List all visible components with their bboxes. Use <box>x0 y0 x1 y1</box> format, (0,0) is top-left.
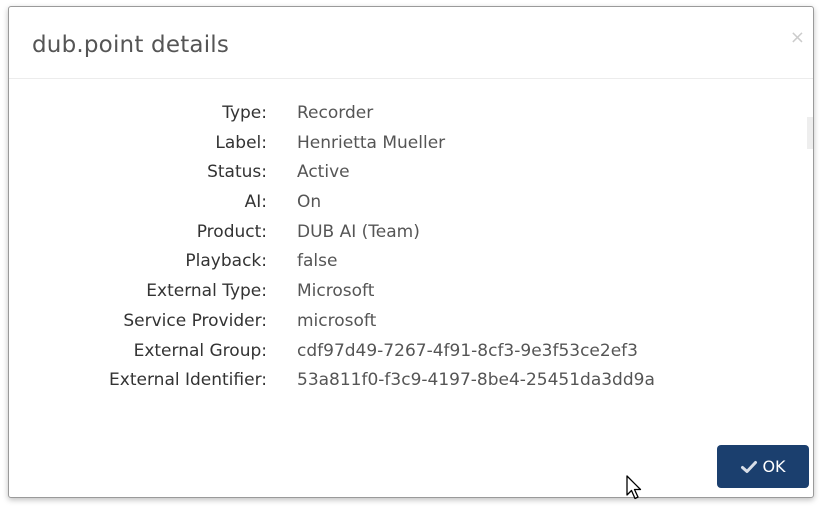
detail-value: Microsoft <box>297 281 375 302</box>
detail-label: External Identifier: <box>109 370 267 391</box>
detail-value: Henrietta Mueller <box>297 132 446 153</box>
detail-value: 53a811f0-f3c9-4197-8be4-25451da3dd9a <box>297 370 655 391</box>
detail-row-service-provider: Service Provider: microsoft <box>9 311 813 341</box>
detail-label: External Type: <box>146 281 267 302</box>
detail-value: Recorder <box>297 103 374 123</box>
detail-row-label: Label: Henrietta Mueller <box>9 133 813 163</box>
detail-label: Type: <box>222 103 267 123</box>
detail-label: Playback: <box>185 251 267 272</box>
detail-row-ai: AI: On <box>9 192 813 222</box>
dialog-title: dub.point details <box>32 32 230 58</box>
detail-value: cdf97d49-7267-4f91-8cf3-9e3f53ce2ef3 <box>297 340 638 361</box>
detail-row-product: Product: DUB AI (Team) <box>9 222 813 252</box>
detail-label: Label: <box>215 132 267 153</box>
details-list: Type: Recorder Label: Henrietta Mueller … <box>9 103 813 400</box>
mouse-cursor-icon <box>626 475 642 500</box>
detail-label: Service Provider: <box>123 310 267 331</box>
detail-value: microsoft <box>297 310 377 331</box>
detail-row-type: Type: Recorder <box>9 103 813 133</box>
detail-row-external-identifier: External Identifier: 53a811f0-f3c9-4197-… <box>9 370 813 400</box>
ok-button[interactable]: OK <box>717 445 809 488</box>
detail-value: Active <box>297 162 350 183</box>
ok-button-label: OK <box>762 457 786 476</box>
details-dialog: dub.point details × Type: Recorder Label… <box>8 6 814 498</box>
detail-value: false <box>297 251 338 272</box>
close-icon[interactable]: × <box>790 29 805 47</box>
detail-label: Status: <box>207 162 267 183</box>
detail-label: Product: <box>196 221 267 242</box>
detail-value: DUB AI (Team) <box>297 221 420 242</box>
detail-label: External Group: <box>133 340 267 361</box>
detail-value: On <box>297 192 322 213</box>
detail-label: AI: <box>244 192 267 213</box>
dialog-header: dub.point details × <box>9 7 813 79</box>
detail-row-playback: Playback: false <box>9 251 813 281</box>
detail-row-external-type: External Type: Microsoft <box>9 281 813 311</box>
checkmark-icon <box>741 460 758 473</box>
detail-row-external-group: External Group: cdf97d49-7267-4f91-8cf3-… <box>9 341 813 371</box>
detail-row-status: Status: Active <box>9 162 813 192</box>
